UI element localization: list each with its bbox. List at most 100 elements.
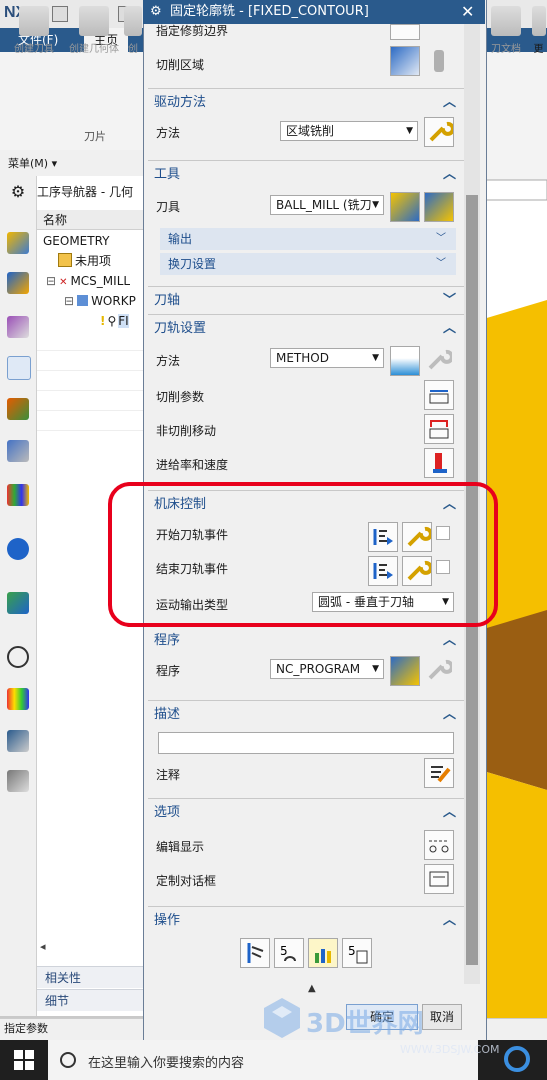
drive-method-dropdown[interactable]: 区域铣削 ▼ bbox=[280, 121, 418, 141]
more-ribbon-button[interactable]: 更 bbox=[530, 4, 547, 55]
dialog-gear-icon[interactable]: ⚙ bbox=[150, 0, 162, 24]
cancel-button[interactable]: 取消 bbox=[422, 1004, 462, 1030]
tree-row-workpiece[interactable]: ⊟ WORKP bbox=[64, 291, 136, 311]
clock-icon[interactable] bbox=[7, 646, 29, 668]
feeds-speeds-button[interactable] bbox=[424, 448, 454, 478]
section-program[interactable]: 程序 ︿ bbox=[148, 630, 464, 652]
new-method-button[interactable] bbox=[390, 346, 420, 376]
program-dropdown[interactable]: NC_PROGRAM ▼ bbox=[270, 659, 384, 679]
trim-boundary-display-icon[interactable] bbox=[424, 24, 454, 40]
cut-params-button[interactable] bbox=[424, 380, 454, 410]
settings-gear-icon[interactable]: ⚙ bbox=[7, 182, 29, 204]
new-tool-button[interactable] bbox=[390, 192, 420, 222]
replay-icon: 5 bbox=[280, 944, 296, 962]
verify-button[interactable] bbox=[308, 938, 338, 968]
section-options[interactable]: 选项 ︿ bbox=[148, 802, 464, 824]
create-geometry-button[interactable]: 创建几何体 bbox=[64, 4, 124, 55]
section-description-title: 描述 bbox=[154, 707, 181, 722]
section-drive-method[interactable]: 驱动方法 ︿ bbox=[148, 92, 464, 114]
assembly-navigator-icon[interactable] bbox=[7, 232, 29, 254]
navigator-scroll-left[interactable]: ◂ bbox=[40, 940, 46, 953]
operation-navigator-icon[interactable] bbox=[7, 356, 31, 380]
section-tool[interactable]: 工具 ︿ bbox=[148, 164, 464, 186]
navigator-dependencies-tab[interactable]: 相关性 bbox=[37, 966, 143, 988]
tool-value: BALL_MILL (铣刀 bbox=[276, 198, 372, 212]
cut-area-display-icon[interactable] bbox=[424, 46, 454, 76]
section-options-title: 选项 bbox=[154, 805, 181, 820]
edit-program-button[interactable] bbox=[424, 656, 454, 686]
collapse-chevron-icon[interactable]: ︿ bbox=[443, 802, 456, 824]
edit-method-button[interactable] bbox=[424, 346, 454, 376]
cut-params-icon bbox=[429, 390, 449, 404]
navigator-column-name[interactable]: 名称 bbox=[37, 210, 143, 230]
tree-row-geometry[interactable]: GEOMETRY bbox=[43, 231, 110, 251]
section-divider bbox=[148, 798, 464, 799]
expand-chevron-icon[interactable]: ﹀ bbox=[436, 253, 446, 275]
list-button[interactable]: 5 bbox=[342, 938, 372, 968]
cut-area-select-button[interactable] bbox=[390, 46, 420, 76]
dialog-close-icon[interactable]: ✕ bbox=[461, 0, 474, 24]
description-input[interactable] bbox=[158, 732, 454, 754]
selection-filter-icons[interactable] bbox=[100, 154, 140, 170]
custom-dialog-button[interactable] bbox=[424, 864, 454, 894]
edit-display-label: 编辑显示 bbox=[156, 840, 205, 854]
tree-row-unused[interactable]: 未用项 bbox=[58, 251, 111, 271]
section-path-settings[interactable]: 刀轨设置 ︿ bbox=[148, 318, 464, 340]
section-actions[interactable]: 操作 ︿ bbox=[148, 910, 464, 932]
tool-dropdown[interactable]: BALL_MILL (铣刀 ▼ bbox=[270, 195, 384, 215]
machine-navigator-icon[interactable] bbox=[7, 398, 29, 420]
process-studio-icon[interactable] bbox=[7, 730, 29, 752]
reuse-library-icon[interactable] bbox=[7, 440, 29, 462]
shop-doc-button[interactable]: 刀文档 bbox=[484, 4, 528, 55]
collapse-chevron-icon[interactable]: ︿ bbox=[443, 92, 456, 114]
collapse-chevron-icon[interactable]: ︿ bbox=[443, 704, 456, 726]
new-program-button[interactable] bbox=[390, 656, 420, 686]
palette-icon[interactable] bbox=[7, 688, 29, 710]
expand-chevron-icon[interactable]: ﹀ bbox=[436, 228, 446, 250]
collapse-chevron-icon[interactable]: ﹀ bbox=[443, 290, 456, 312]
part-navigator-icon[interactable] bbox=[7, 316, 29, 338]
more-ribbon-label: 更 bbox=[533, 44, 544, 55]
edit-tool-button[interactable] bbox=[424, 192, 454, 222]
drive-method-label: 方法 bbox=[156, 126, 181, 140]
web-browser-icon[interactable] bbox=[7, 592, 29, 614]
note-edit-button[interactable] bbox=[424, 758, 454, 788]
edge-browser-icon[interactable] bbox=[504, 1046, 530, 1072]
create-operation-button[interactable]: 创 bbox=[122, 4, 144, 55]
collapse-icon-workpiece[interactable]: ⊟ bbox=[64, 294, 74, 308]
drive-method-edit-button[interactable] bbox=[424, 117, 455, 147]
replay-button[interactable]: 5 bbox=[274, 938, 304, 968]
subsection-tool-change[interactable]: 换刀设置 ﹀ bbox=[160, 253, 456, 275]
subsection-output[interactable]: 输出 ﹀ bbox=[160, 228, 456, 250]
generate-button[interactable] bbox=[240, 938, 270, 968]
edit-display-button[interactable] bbox=[424, 830, 454, 860]
path-method-dropdown[interactable]: METHOD ▼ bbox=[270, 348, 384, 368]
collapse-chevron-icon[interactable]: ︿ bbox=[443, 164, 456, 186]
program-value: NC_PROGRAM bbox=[276, 662, 361, 676]
collapse-chevron-icon[interactable]: ︿ bbox=[443, 910, 456, 932]
collapse-icon[interactable]: ⊟ bbox=[46, 274, 56, 288]
navigator-details-tab[interactable]: 细节 bbox=[37, 989, 143, 1011]
dropdown-arrow-icon: ▼ bbox=[406, 126, 413, 136]
windows-start-icon[interactable] bbox=[14, 1050, 34, 1070]
non-cut-moves-button[interactable] bbox=[424, 414, 454, 444]
constraint-navigator-icon[interactable] bbox=[7, 272, 29, 294]
path-method-label: 方法 bbox=[156, 354, 181, 368]
trim-boundary-button[interactable] bbox=[390, 24, 420, 40]
tree-row-mcs-label: MCS_MILL bbox=[70, 274, 131, 288]
collapse-chevron-icon[interactable]: ︿ bbox=[443, 318, 456, 340]
collapse-chevron-icon[interactable]: ︿ bbox=[443, 630, 456, 652]
menu-button[interactable]: 菜单(M) ▾ bbox=[8, 155, 57, 171]
create-tool-button[interactable]: 创建刀具 bbox=[8, 4, 60, 55]
history-icon[interactable] bbox=[7, 484, 29, 506]
robot-icon[interactable] bbox=[7, 770, 29, 792]
dialog-expand-icon[interactable]: ▲ bbox=[308, 983, 316, 994]
section-description[interactable]: 描述 ︿ bbox=[148, 704, 464, 726]
tree-row-operation[interactable]: ! ⚲ FI bbox=[100, 311, 129, 331]
section-tool-axis[interactable]: 刀轴 ﹀ bbox=[148, 290, 464, 312]
section-actions-title: 操作 bbox=[154, 913, 181, 928]
subsection-tool-change-label: 换刀设置 bbox=[168, 257, 217, 271]
shop-doc-label: 刀文档 bbox=[491, 44, 521, 55]
info-icon[interactable] bbox=[7, 538, 29, 560]
tree-row-mcs[interactable]: ⊟ ✕ MCS_MILL bbox=[46, 271, 130, 291]
